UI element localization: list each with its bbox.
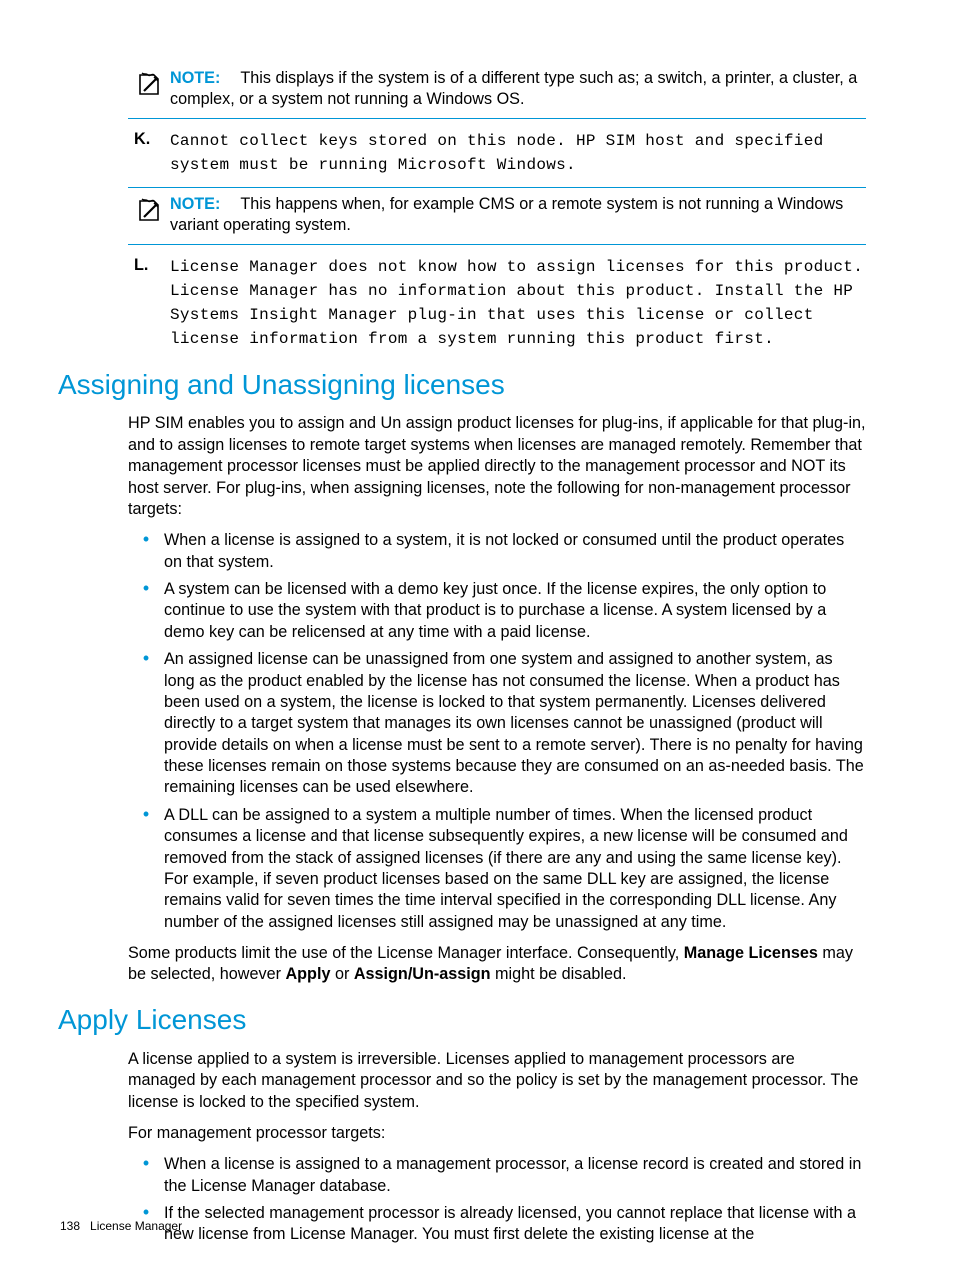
note-block-2: NOTE:This happens when, for example CMS … <box>128 187 866 245</box>
note-body: NOTE:This displays if the system is of a… <box>170 68 866 111</box>
section1-body: HP SIM enables you to assign and Un assi… <box>128 413 866 985</box>
list-item: •A system can be licensed with a demo ke… <box>128 579 866 643</box>
section2-lead: For management processor targets: <box>128 1123 866 1144</box>
note-icon <box>128 68 170 96</box>
letter-body: Cannot collect keys stored on this node.… <box>170 129 866 177</box>
footer-title: License Manager <box>90 1219 182 1233</box>
heading-assigning: Assigning and Unassigning licenses <box>58 367 866 404</box>
bullet-text: A DLL can be assigned to a system a mult… <box>164 805 866 933</box>
section1-closing: Some products limit the use of the Licen… <box>128 943 866 986</box>
note-icon <box>128 194 170 222</box>
letter-body: License Manager does not know how to ass… <box>170 255 866 351</box>
bullet-text: When a license is assigned to a manageme… <box>164 1154 866 1197</box>
bullet-icon: • <box>128 805 164 825</box>
bullet-icon: • <box>128 1154 164 1174</box>
heading-apply: Apply Licenses <box>58 1002 866 1039</box>
closing-bold: Assign/Un-assign <box>354 965 491 983</box>
section2-body: A license applied to a system is irrever… <box>128 1049 866 1246</box>
page-footer: 138 License Manager <box>60 1219 182 1235</box>
closing-bold: Manage Licenses <box>684 944 818 962</box>
list-item: •An assigned license can be unassigned f… <box>128 649 866 799</box>
note-label: NOTE: <box>170 69 220 87</box>
note-label: NOTE: <box>170 195 220 213</box>
section2-intro: A license applied to a system is irrever… <box>128 1049 866 1113</box>
list-item: •When a license is assigned to a managem… <box>128 1154 866 1197</box>
letter-marker: K. <box>128 129 170 150</box>
content-wrap: NOTE:This displays if the system is of a… <box>128 62 866 351</box>
letter-marker: L. <box>128 255 170 276</box>
bullet-icon: • <box>128 649 164 669</box>
section1-intro: HP SIM enables you to assign and Un assi… <box>128 413 866 520</box>
letter-item-l: L. License Manager does not know how to … <box>128 255 866 351</box>
section1-bullets: •When a license is assigned to a system,… <box>128 530 866 933</box>
note-body: NOTE:This happens when, for example CMS … <box>170 194 866 237</box>
closing-part: might be disabled. <box>491 965 627 983</box>
closing-part: Some products limit the use of the Licen… <box>128 944 684 962</box>
bullet-text: A system can be licensed with a demo key… <box>164 579 866 643</box>
closing-bold: Apply <box>285 965 330 983</box>
note-text: This happens when, for example CMS or a … <box>170 195 843 234</box>
section2-bullets: •When a license is assigned to a managem… <box>128 1154 866 1246</box>
bullet-text: If the selected management processor is … <box>164 1203 866 1246</box>
list-item: •If the selected management processor is… <box>128 1203 866 1246</box>
page-number: 138 <box>60 1219 80 1233</box>
bullet-text: An assigned license can be unassigned fr… <box>164 649 866 799</box>
note-text: This displays if the system is of a diff… <box>170 69 857 108</box>
closing-part: or <box>330 965 353 983</box>
bullet-text: When a license is assigned to a system, … <box>164 530 866 573</box>
note-block-1: NOTE:This displays if the system is of a… <box>128 62 866 119</box>
letter-item-k: K. Cannot collect keys stored on this no… <box>128 129 866 177</box>
list-item: •A DLL can be assigned to a system a mul… <box>128 805 866 933</box>
bullet-icon: • <box>128 530 164 550</box>
list-item: •When a license is assigned to a system,… <box>128 530 866 573</box>
bullet-icon: • <box>128 579 164 599</box>
